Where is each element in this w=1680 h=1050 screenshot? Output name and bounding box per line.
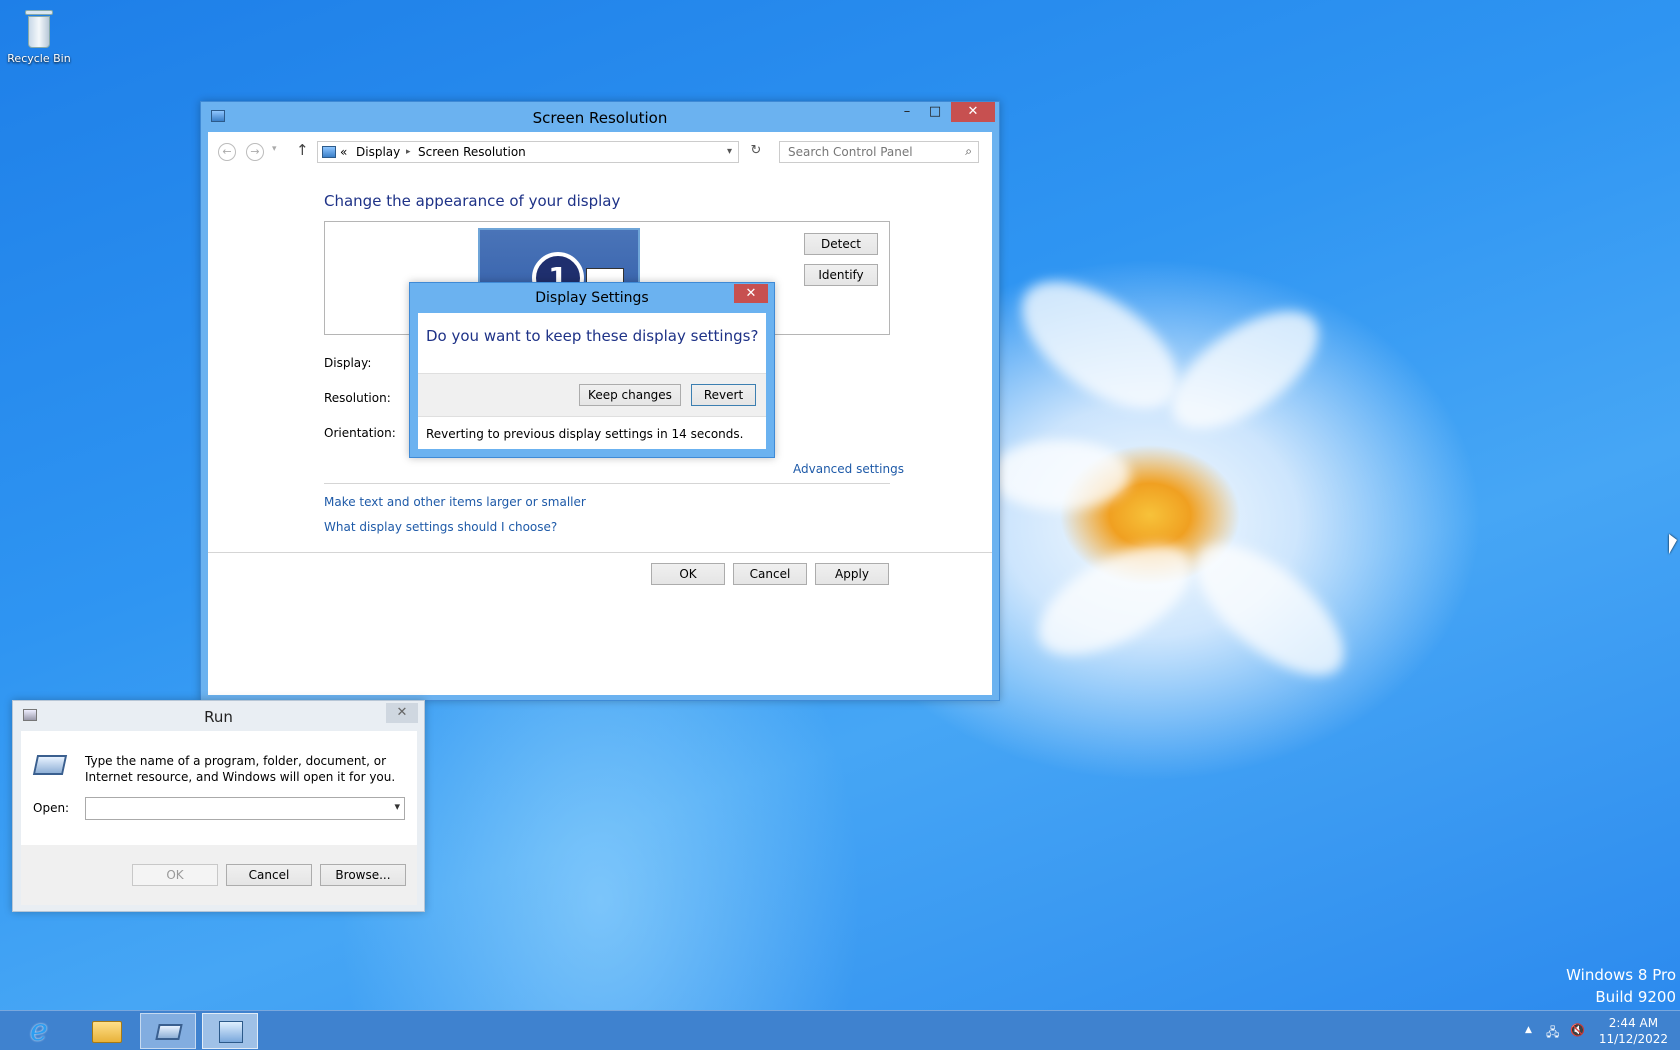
apply-button[interactable]: Apply [815,563,889,585]
chevron-down-icon[interactable]: ▾ [394,800,400,813]
clock-date: 11/12/2022 [1598,1032,1668,1046]
internet-explorer-icon: e [30,1013,48,1048]
minimize-button[interactable]: – [893,102,921,122]
dialog-content: Do you want to keep these display settin… [418,313,766,449]
resolution-label: Resolution: [324,391,391,405]
keep-changes-button[interactable]: Keep changes [579,384,681,406]
watermark-edition: Windows 8 Pro [1566,966,1676,984]
titlebar[interactable]: Screen Resolution – □ ✕ [201,102,999,132]
countdown-status: Reverting to previous display settings i… [426,427,744,441]
speaker-muted-icon[interactable]: 🔇 [1570,1023,1585,1037]
divider [324,483,890,484]
taskbar-internet-explorer[interactable]: e [16,1013,72,1049]
network-error-icon[interactable]: 🖧 [1546,1023,1559,1044]
display-icon [322,146,336,158]
display-help-link[interactable]: What display settings should I choose? [324,520,557,534]
browse-button[interactable]: Browse... [320,864,406,886]
taskbar-file-explorer[interactable] [78,1013,134,1049]
navigation-bar: ← → ▾ ↑ « Display ▸ Screen Resolution ▾ … [208,132,992,172]
taskbar-run[interactable] [140,1013,196,1049]
close-button[interactable]: ✕ [386,703,418,723]
page-heading: Change the appearance of your display [324,192,621,210]
windows-version-watermark: Windows 8 Pro Build 9200 [1566,964,1676,1008]
forward-arrow-icon[interactable]: → [246,143,264,161]
back-arrow-icon[interactable]: ← [218,143,236,161]
chevron-down-icon[interactable]: ▾ [727,146,732,157]
control-panel-icon [219,1021,243,1043]
clock-time: 2:44 AM [1608,1016,1659,1030]
system-clock[interactable]: 2:44 AM 11/12/2022 [1599,1015,1668,1047]
recycle-bin-icon [22,6,56,50]
flower-petal [990,440,1130,510]
dialog-content: Type the name of a program, folder, docu… [21,731,417,905]
divider [208,552,992,553]
revert-button[interactable]: Revert [691,384,756,406]
show-hidden-icons-chevron-icon[interactable]: ▲ [1525,1025,1532,1035]
breadcrumb-display[interactable]: Display [356,145,400,159]
button-band: Keep changes Revert [418,373,766,417]
search-input[interactable]: Search Control Panel ⌕ [779,141,979,163]
text-size-link[interactable]: Make text and other items larger or smal… [324,495,586,509]
dialog-title: Run [204,708,233,726]
ok-button[interactable]: OK [132,864,218,886]
mouse-cursor-icon [1669,534,1677,554]
open-combobox[interactable]: ▾ [85,797,405,820]
up-arrow-icon[interactable]: ↑ [296,141,309,159]
titlebar[interactable]: Display Settings ✕ [410,283,774,313]
detect-button[interactable]: Detect [804,233,878,255]
chevron-right-icon[interactable]: ▸ [406,147,411,157]
run-description: Type the name of a program, folder, docu… [85,754,396,784]
cancel-button[interactable]: Cancel [226,864,312,886]
maximize-button[interactable]: □ [921,102,949,122]
run-icon [155,1024,183,1040]
address-bar[interactable]: « Display ▸ Screen Resolution ▾ [317,141,739,163]
identify-button[interactable]: Identify [804,264,878,286]
run-program-icon [32,755,68,775]
close-button[interactable]: ✕ [951,102,995,122]
ok-button[interactable]: OK [651,563,725,585]
orientation-label: Orientation: [324,426,396,440]
recent-pages-icon[interactable]: ▾ [272,144,277,154]
open-label: Open: [33,801,70,815]
run-dialog: Run ✕ Type the name of a program, folder… [12,700,425,912]
confirmation-question: Do you want to keep these display settin… [426,327,759,345]
search-placeholder: Search Control Panel [788,145,913,159]
run-input-area: Type the name of a program, folder, docu… [21,731,417,845]
breadcrumb-separator: « [340,145,348,159]
display-settings-dialog: Display Settings ✕ Do you want to keep t… [409,282,775,458]
recycle-bin-shortcut[interactable]: Recycle Bin [4,6,74,65]
folder-icon [92,1021,122,1043]
titlebar[interactable]: Run ✕ [13,701,424,731]
cancel-button[interactable]: Cancel [733,563,807,585]
advanced-settings-link[interactable]: Advanced settings [793,462,904,476]
dialog-title: Display Settings [535,290,649,306]
watermark-build: Build 9200 [1595,988,1676,1006]
refresh-icon[interactable]: ↻ [746,143,766,163]
taskbar-screen-resolution[interactable] [202,1013,258,1049]
close-button[interactable]: ✕ [734,284,768,303]
display-label: Display: [324,356,372,370]
search-icon[interactable]: ⌕ [965,144,972,159]
breadcrumb-screen-resolution[interactable]: Screen Resolution [418,145,526,159]
window-title: Screen Resolution [532,109,668,127]
recycle-bin-label: Recycle Bin [7,52,71,65]
taskbar: e ▲ 🖧 🔇 2:44 AM 11/12/2022 [0,1010,1680,1050]
